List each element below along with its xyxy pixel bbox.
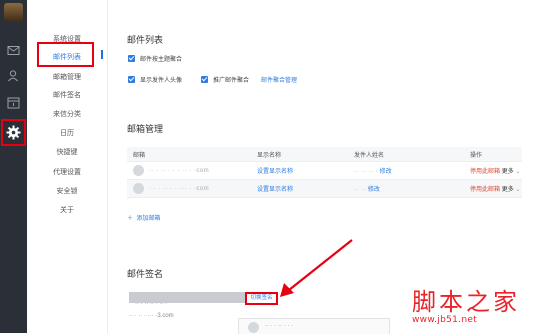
watermark: 脚本之家 www.jb51.net xyxy=(412,282,520,325)
watermark-text: 脚本之家 xyxy=(412,288,520,316)
